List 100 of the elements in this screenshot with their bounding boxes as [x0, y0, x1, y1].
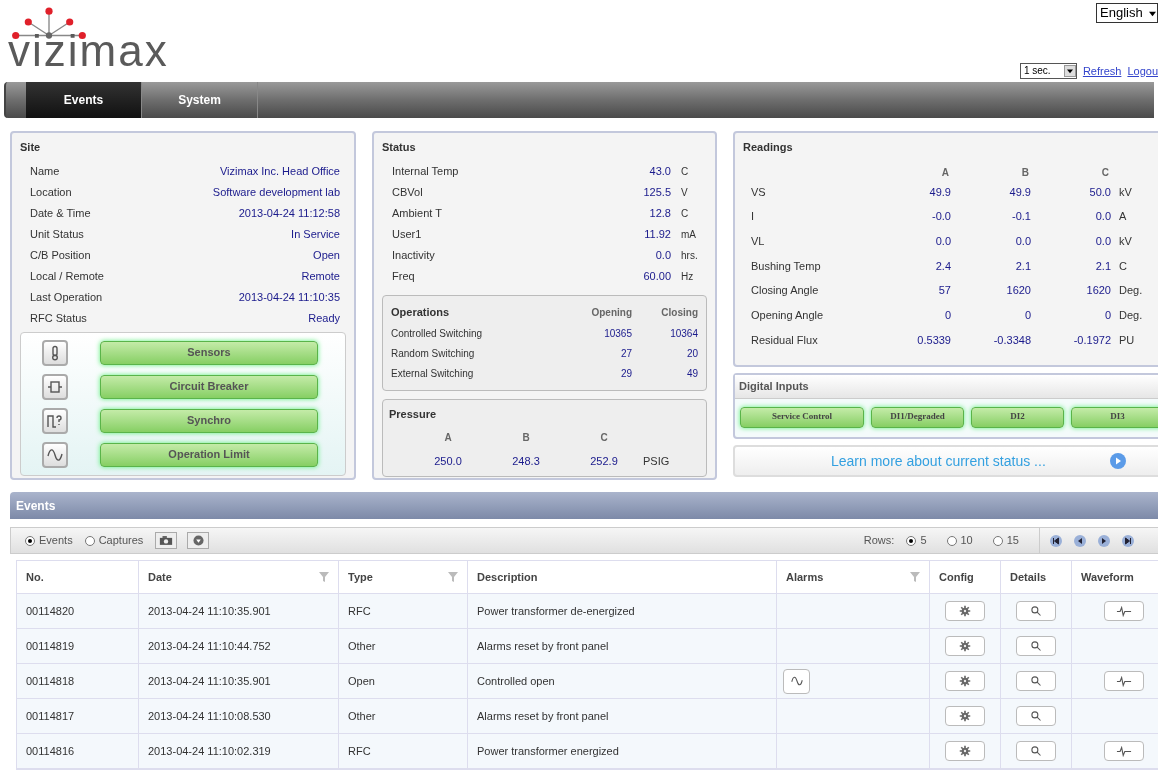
column-header: C [1100, 165, 1110, 180]
first-page-icon[interactable] [1050, 534, 1062, 547]
table-cell: Other [339, 629, 468, 663]
table-cell: Alarms reset by front panel [468, 699, 777, 733]
column-header[interactable]: Type [348, 568, 373, 586]
radio-button[interactable] [25, 535, 35, 546]
field-label: Freq [392, 268, 415, 284]
details-button[interactable] [1016, 601, 1056, 621]
section-title: Operations [391, 305, 450, 321]
column-header: C [599, 431, 609, 445]
alarm-button[interactable] [783, 668, 810, 694]
reading-value: 1620 [1085, 283, 1111, 299]
count-value: 10364 [669, 327, 698, 341]
dropdown-arrow-icon[interactable] [1066, 67, 1073, 74]
digital-input-indicator[interactable]: DI2 [971, 406, 1064, 428]
shortcut-icon-button[interactable] [42, 441, 68, 468]
reading-value: 0 [943, 308, 951, 324]
waveform-button[interactable] [1103, 601, 1144, 621]
gear-icon [959, 710, 971, 722]
radio-button[interactable] [84, 535, 95, 546]
digital-input-indicator[interactable]: DI1/Degraded [871, 406, 964, 428]
field-value: 2013-04-24 11:10:35 [238, 289, 340, 305]
download-button[interactable] [187, 532, 210, 549]
digital-input-indicator[interactable]: DI3 [1071, 406, 1158, 428]
shortcut-button[interactable]: Sensors [100, 340, 318, 365]
header-link[interactable]: Logou [1127, 62, 1158, 79]
column-header[interactable]: No. [26, 568, 44, 586]
radio-button[interactable] [906, 535, 917, 546]
panel-title: Status [382, 140, 417, 155]
column-header[interactable]: Description [477, 568, 538, 586]
shortcut-icon-button[interactable] [42, 339, 68, 366]
previous-page-icon[interactable] [1074, 534, 1086, 547]
shortcut-icon-button[interactable] [42, 407, 68, 434]
reading-value: 0.5339 [916, 332, 951, 348]
field-value: 12.8 [649, 205, 671, 221]
digital-input-indicator[interactable]: Service Control [740, 406, 864, 428]
nav-tab[interactable]: System [142, 82, 258, 118]
config-button[interactable] [945, 741, 985, 761]
camera-button[interactable] [155, 532, 178, 549]
next-page-icon[interactable] [1098, 534, 1110, 547]
interval-select[interactable]: 1 sec. [1019, 62, 1077, 79]
column-header[interactable]: Details [1010, 568, 1047, 586]
waveform-icon [1115, 745, 1132, 757]
radio-label: 10 [960, 533, 973, 549]
shortcut-icon-button[interactable] [42, 373, 68, 400]
unit-label: A [1119, 209, 1127, 225]
field-label: Location [30, 184, 72, 200]
config-button[interactable] [945, 601, 985, 621]
unit-label: PU [1119, 332, 1135, 348]
field-label: Inactivity [392, 247, 435, 263]
reading-value: -0.1 [1011, 209, 1031, 225]
column-header[interactable]: Alarms [786, 568, 824, 586]
unit-label: C [680, 206, 690, 221]
pressure-value: 252.9 [589, 454, 619, 469]
column-header[interactable]: Date [148, 568, 172, 586]
waveform-button[interactable] [1103, 671, 1144, 691]
language-select[interactable]: English [1096, 3, 1158, 23]
config-button[interactable] [945, 706, 985, 726]
reading-value: 49.9 [1008, 184, 1031, 200]
waveform-button[interactable] [1103, 741, 1144, 761]
search-icon [1030, 745, 1042, 757]
last-page-icon[interactable] [1122, 534, 1134, 547]
row-label: Random Switching [391, 347, 475, 361]
download-icon [192, 535, 204, 546]
nav-tab[interactable]: Events [26, 82, 142, 118]
table-row[interactable]: 00114820 2013-04-24 11:10:35.901 RFC Power transformer de-energized [17, 594, 1158, 629]
details-button[interactable] [1016, 671, 1056, 691]
details-button[interactable] [1016, 741, 1056, 761]
table-cell: Power transformer de-energized [468, 594, 777, 628]
column-header[interactable]: Config [939, 568, 974, 586]
radio-button[interactable] [946, 535, 957, 546]
field-label: Name [30, 163, 60, 179]
table-cell: 2013-04-24 11:10:35.901 [139, 664, 339, 698]
table-row[interactable]: 00114819 2013-04-24 11:10:44.752 Other Alarms reset by front panel [17, 629, 1158, 664]
shortcut-button[interactable]: Circuit Breaker [100, 374, 318, 399]
column-header[interactable]: Waveform [1081, 568, 1134, 586]
row-label: Closing Angle [751, 283, 820, 299]
column-header: B [1020, 165, 1030, 180]
radio-button[interactable] [992, 535, 1003, 546]
unit-label: C [1119, 258, 1127, 274]
dropdown-arrow-icon[interactable] [1149, 9, 1156, 17]
config-button[interactable] [945, 671, 985, 691]
radio-label: 5 [920, 533, 927, 549]
table-row[interactable]: 00114818 2013-04-24 11:10:35.901 Open Controlled open [17, 664, 1158, 699]
panel-title: Readings [743, 140, 794, 155]
reading-value: 0.0 [1014, 233, 1031, 249]
unit-label: kV [1119, 184, 1132, 200]
radio-label: 15 [1006, 533, 1019, 549]
wave-icon [47, 446, 63, 463]
shortcut-button[interactable]: Synchro [100, 408, 318, 433]
shortcut-button[interactable]: Operation Limit [100, 442, 318, 467]
details-button[interactable] [1016, 636, 1056, 656]
table-row[interactable]: 00114817 2013-04-24 11:10:08.530 Other Alarms reset by front panel [17, 699, 1158, 734]
config-button[interactable] [945, 636, 985, 656]
search-icon [1030, 710, 1042, 722]
header-link[interactable]: Refresh [1082, 62, 1122, 79]
column-header: Closing [660, 306, 698, 320]
table-row[interactable]: 00114816 2013-04-24 11:10:02.319 RFC Power transformer energized [17, 734, 1158, 769]
details-button[interactable] [1016, 706, 1056, 726]
reading-value: 0.0 [934, 233, 951, 249]
